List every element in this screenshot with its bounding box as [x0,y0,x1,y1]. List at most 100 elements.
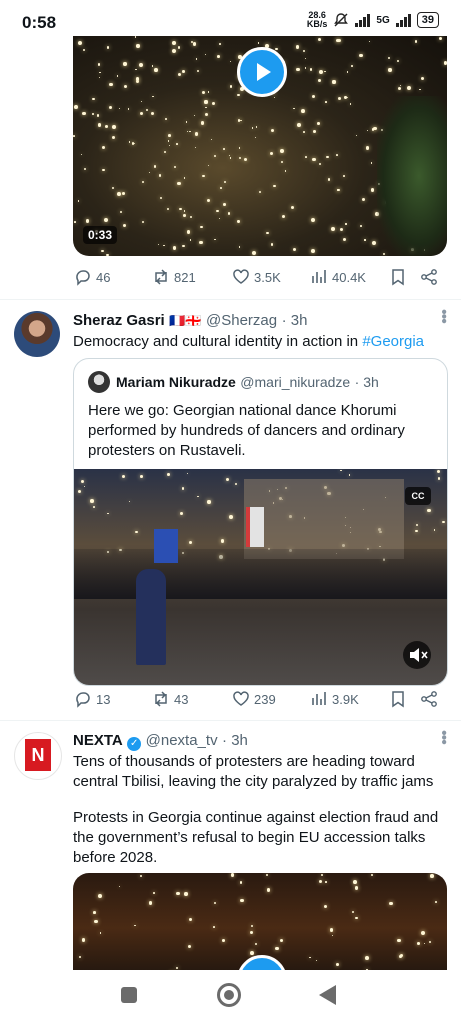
play-icon[interactable] [237,47,287,97]
bookmark-icon[interactable] [389,690,407,708]
video-player[interactable] [73,873,447,983]
light-dot [415,529,418,533]
avatar[interactable] [14,311,60,357]
light-dot [367,130,369,132]
author-name[interactable]: Sheraz Gasri [73,312,165,329]
light-dot [255,136,257,138]
light-dot [158,174,162,177]
light-dot [293,108,295,110]
light-dot [251,924,254,927]
light-dot [80,154,83,156]
hashtag-link[interactable]: #Georgia [362,333,424,350]
light-dot [295,45,299,49]
light-dot [171,41,176,46]
light-dot [228,155,230,157]
light-dot [182,487,185,490]
more-icon[interactable]: ••• [434,730,452,744]
light-dot [213,926,216,929]
light-dot [99,932,102,934]
light-dot [98,893,102,898]
light-dot [345,223,347,225]
quote-author-name: Mariam Nikuradze [116,374,236,390]
light-dot [361,198,365,202]
light-dot [128,140,131,143]
mute-icon[interactable] [403,641,431,669]
reply-button[interactable]: 13 [74,690,110,708]
avatar[interactable]: N [14,732,62,780]
light-dot [332,935,334,937]
reply-button[interactable]: 46 [74,268,110,286]
light-dot [83,49,86,52]
light-dot [99,71,101,74]
light-dot [293,248,297,252]
light-dot [211,138,213,140]
views-button[interactable]: 40.4K [310,268,366,286]
cc-icon[interactable]: CC [405,487,431,505]
light-dot [426,508,431,513]
light-dot [273,97,275,99]
light-dot [200,225,203,229]
post2-header: Sheraz Gasri 🇫🇷🇬🇪 @Sherzag · 3h [73,312,307,330]
views-count: 40.4K [332,269,366,285]
video-player[interactable]: 0:33 [73,36,447,256]
light-dot [398,86,402,90]
battery-indicator: 39 [416,12,439,28]
tree-graphic [377,96,447,256]
bookmark-icon[interactable] [389,268,407,286]
light-dot [349,103,352,105]
light-dot [211,101,215,105]
net-speed: 28.6 KB/s [307,11,328,29]
light-dot [207,500,211,504]
light-dot [140,475,144,479]
light-dot [93,505,96,508]
light-dot [317,37,322,42]
repost-button[interactable]: 821 [152,268,196,286]
views-button[interactable]: 3.9K [310,690,359,708]
signal-icon-2 [395,13,411,27]
quote-video[interactable]: CC [74,469,447,685]
repost-button[interactable]: 43 [152,690,188,708]
light-dot [176,966,179,970]
like-button[interactable]: 239 [232,690,276,708]
light-dot [112,187,115,190]
back-button[interactable] [319,985,336,1005]
author-handle[interactable]: @Sherzag [206,312,277,329]
light-dot [359,54,363,58]
light-dot [195,58,198,60]
share-icon[interactable] [420,268,438,286]
light-dot [139,874,143,877]
light-dot [266,888,270,892]
more-icon[interactable]: ••• [434,309,452,323]
light-dot [82,111,86,115]
light-dot [439,37,443,41]
light-dot [189,130,191,132]
light-dot [186,472,189,475]
share-icon[interactable] [420,690,438,708]
light-dot [123,62,127,66]
author-handle[interactable]: @nexta_tv [146,732,218,749]
light-dot [371,128,375,131]
light-dot [325,155,329,159]
post3-header: NEXTA ✓ @nexta_tv · 3h [73,732,248,751]
home-button[interactable] [217,983,241,1007]
light-dot [109,82,113,87]
light-dot [151,65,153,67]
light-dot [417,941,420,945]
light-dot [339,227,344,232]
light-dot [101,145,105,149]
quoted-post[interactable]: Mariam Nikuradze @mari_nikuradze · 3h He… [73,358,448,686]
views-count: 3.9K [332,691,359,707]
light-dot [179,207,182,211]
light-dot [220,186,222,189]
light-dot [352,911,355,914]
light-dot [207,91,210,93]
light-dot [281,160,284,163]
light-dot [237,119,241,122]
recent-apps-button[interactable] [121,987,137,1003]
light-dot [347,71,349,73]
light-dot [243,157,247,161]
author-name[interactable]: NEXTA [73,732,123,749]
like-button[interactable]: 3.5K [232,268,281,286]
light-dot [419,88,421,90]
light-dot [297,122,301,127]
